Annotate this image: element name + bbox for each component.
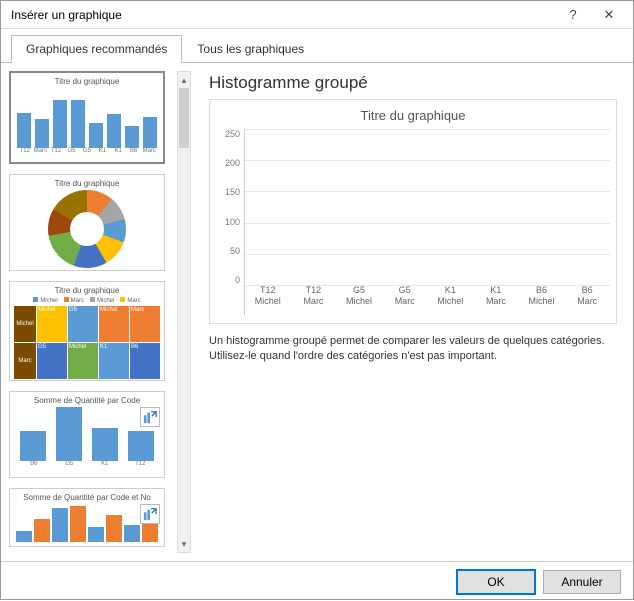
thumbnail-treemap[interactable]: Titre du graphique Michel Marc Michel Ma… <box>9 281 165 381</box>
dialog-footer: OK Annuler <box>1 561 633 601</box>
thumbnail-donut[interactable]: Titre du graphique <box>9 174 165 271</box>
tab-recommended[interactable]: Graphiques recommandés <box>11 35 182 63</box>
tab-all[interactable]: Tous les graphiques <box>182 35 319 62</box>
thumbnail-histogram[interactable]: Titre du graphique T12Marc T12G5 G5K1 K1… <box>9 71 165 164</box>
preview-pane: Histogramme groupé Titre du graphique 25… <box>193 63 633 561</box>
scroll-up-icon[interactable]: ▴ <box>178 72 190 88</box>
plot-area: T12MichelT12MarcG5MichelG5MarcK1MichelK1… <box>244 129 610 315</box>
pivot-chart-icon <box>140 504 160 524</box>
tab-bar: Graphiques recommandés Tous les graphiqu… <box>1 29 633 63</box>
help-button[interactable]: ? <box>555 2 591 28</box>
pivot-chart-icon <box>140 407 160 427</box>
ok-button[interactable]: OK <box>457 570 535 594</box>
chart-description: Un histogramme groupé permet de comparer… <box>209 334 617 364</box>
donut-icon <box>48 190 126 268</box>
scroll-down-icon[interactable]: ▾ <box>178 536 190 552</box>
chart-title: Titre du graphique <box>216 108 610 123</box>
thumbnail-pivot1[interactable]: Somme de Quantité par Code B6G5K1T12 <box>9 391 165 478</box>
cancel-button[interactable]: Annuler <box>543 570 621 594</box>
y-axis: 250 200 150 100 50 0 <box>216 129 244 315</box>
chart-type-heading: Histogramme groupé <box>209 73 617 93</box>
close-button[interactable]: ✕ <box>591 2 627 28</box>
thumbnail-list: Titre du graphique T12Marc T12G5 G5K1 K1… <box>1 63 193 561</box>
thumbnail-pivot2[interactable]: Somme de Quantité par Code et No <box>9 488 165 547</box>
chart-preview[interactable]: Titre du graphique 250 200 150 100 50 0 <box>209 99 617 324</box>
scroll-thumb[interactable] <box>179 88 189 148</box>
titlebar: Insérer un graphique ? ✕ <box>1 1 633 29</box>
scrollbar[interactable]: ▴ ▾ <box>177 71 191 553</box>
window-title: Insérer un graphique <box>11 8 555 22</box>
